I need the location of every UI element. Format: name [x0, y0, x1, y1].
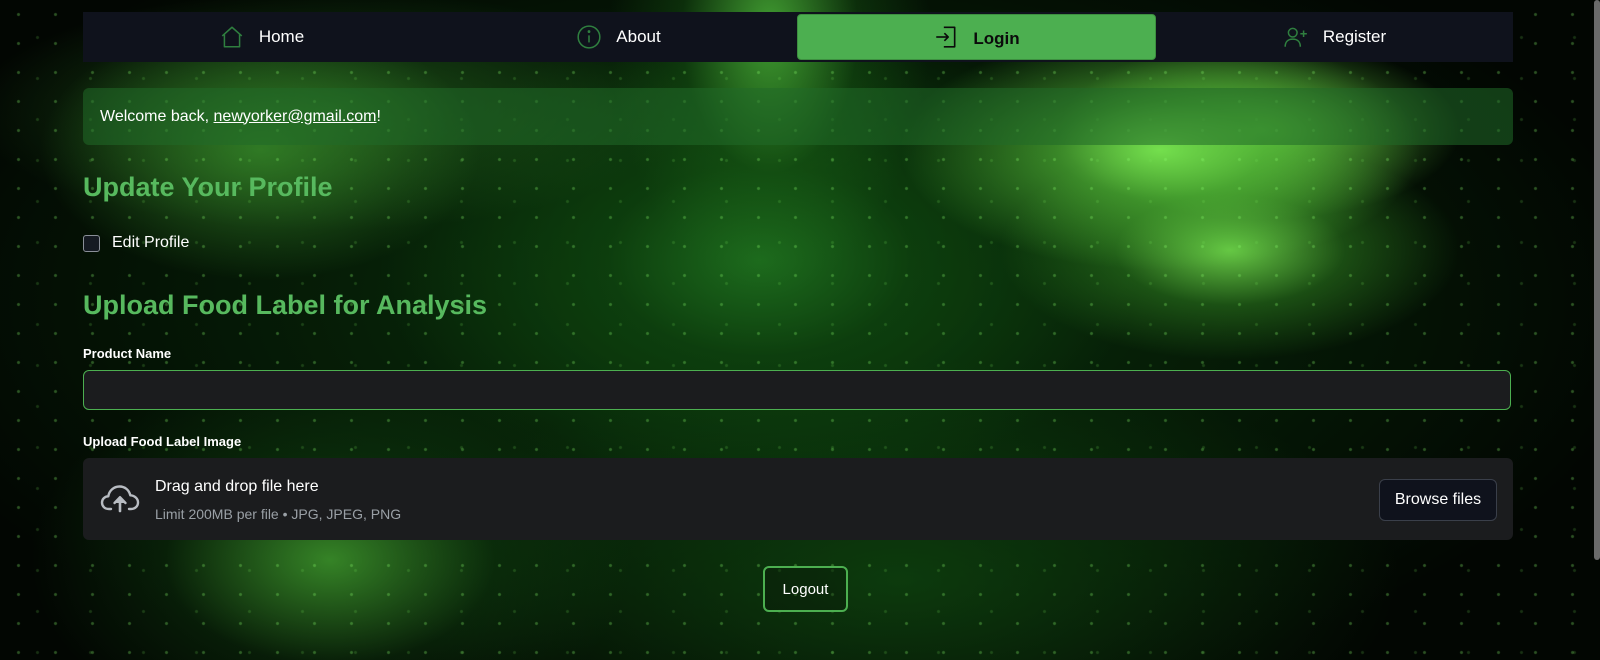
dropzone-title: Drag and drop file here: [155, 478, 319, 495]
user-email-link[interactable]: newyorker@gmail.com: [214, 108, 377, 125]
nav-label-login: Login: [973, 29, 1020, 48]
info-icon: [576, 24, 602, 50]
product-name-input[interactable]: [83, 370, 1511, 410]
upload-image-label: Upload Food Label Image: [83, 434, 242, 449]
page-scrollbar[interactable]: [1594, 0, 1600, 560]
nav-label-about: About: [616, 27, 661, 46]
update-profile-heading: Update Your Profile: [83, 172, 333, 202]
upload-heading: Upload Food Label for Analysis: [83, 290, 488, 320]
dropzone-limit-text: Limit 200MB per file • JPG, JPEG, PNG: [155, 506, 402, 522]
welcome-message: Welcome back, newyorker@gmail.com!: [100, 108, 381, 126]
file-dropzone[interactable]: Drag and drop file here Limit 200MB per …: [83, 458, 1513, 540]
nav-item-register[interactable]: Register: [1156, 12, 1513, 62]
login-icon: [933, 24, 959, 50]
nav-label-home: Home: [258, 27, 305, 46]
welcome-banner: Welcome back, newyorker@gmail.com!: [83, 88, 1513, 145]
edit-profile-checkbox-row[interactable]: Edit Profile: [83, 234, 189, 252]
browse-files-button[interactable]: Browse files: [1379, 479, 1497, 521]
add-user-icon: [1283, 24, 1309, 50]
nav-label-register: Register: [1322, 27, 1387, 46]
welcome-suffix: !: [376, 107, 381, 125]
cloud-upload-icon: [100, 483, 140, 520]
top-navigation: Home About Login Register: [83, 12, 1513, 62]
product-name-label: Product Name: [83, 346, 172, 361]
logout-button[interactable]: Logout: [763, 566, 848, 612]
nav-item-about[interactable]: About: [440, 12, 797, 62]
edit-profile-checkbox[interactable]: [83, 234, 100, 252]
nav-item-login[interactable]: Login: [797, 14, 1156, 60]
home-icon: [219, 24, 245, 50]
nav-item-home[interactable]: Home: [83, 12, 440, 62]
welcome-prefix: Welcome back,: [100, 107, 214, 125]
edit-profile-label: Edit Profile: [112, 234, 190, 251]
